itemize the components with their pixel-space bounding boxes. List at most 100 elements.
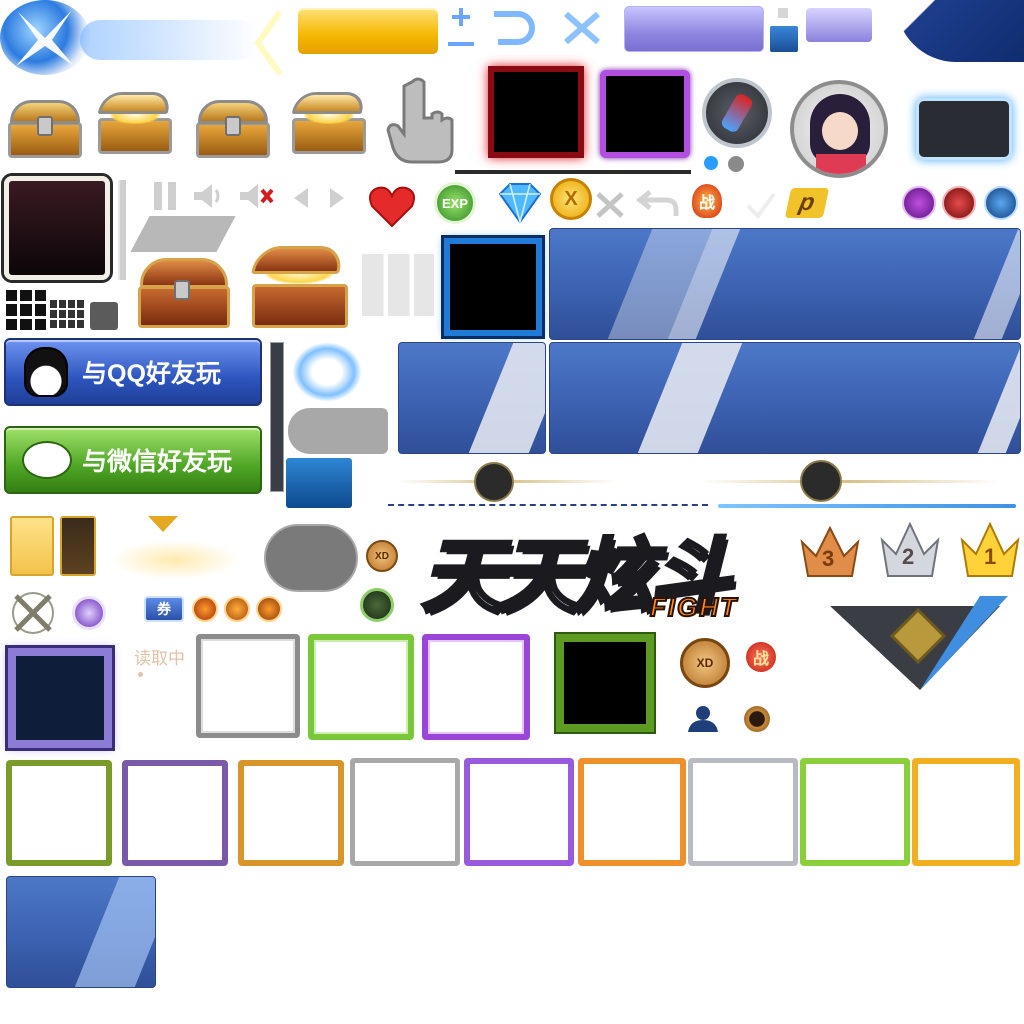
gold-coin-icon: X	[550, 178, 592, 220]
gray-x-icon[interactable]	[594, 190, 626, 220]
loading-dot	[138, 672, 143, 677]
corner-blue-decoration	[896, 0, 1024, 62]
olive-frame	[6, 760, 112, 866]
chevron-left-glow-icon	[254, 10, 283, 76]
dark-avatar-frame	[4, 176, 110, 280]
page-dot-inactive[interactable]	[728, 156, 744, 172]
wood-chest-closed	[136, 254, 232, 330]
silver-chest-open-2	[290, 92, 368, 156]
brown-ring-icon	[744, 706, 770, 732]
x-medallion-left	[474, 462, 514, 502]
green-x-emblem	[360, 588, 394, 622]
shield-skill-icon[interactable]	[984, 186, 1018, 220]
gold-chevron-down-icon	[148, 516, 178, 532]
purple-mini-bar	[806, 8, 872, 42]
gold-gem-frame	[912, 758, 1020, 866]
page-dot-active[interactable]	[704, 156, 718, 170]
swirl-skill-icon	[224, 596, 250, 622]
red-fire-frame	[488, 66, 584, 158]
character-avatar[interactable]	[790, 80, 888, 178]
divider-line	[455, 170, 691, 174]
amber-frame	[238, 760, 344, 866]
violet-frame	[122, 760, 228, 866]
silver-avatar-frame	[196, 634, 300, 738]
purple-crystal-frame	[8, 648, 112, 748]
play-with-qq-button[interactable]: 与QQ好友玩	[4, 338, 262, 406]
gold-light-beam	[110, 540, 240, 580]
teal-gem-frame	[688, 758, 798, 866]
purple-avatar-frame	[422, 634, 530, 740]
gray-pill-shape	[264, 524, 358, 592]
orange-corner-frame	[578, 758, 686, 866]
dashed-separator	[388, 504, 708, 506]
rank-number-1: 1	[984, 544, 997, 569]
xd-medal-small: XD	[366, 540, 398, 572]
plus-minus-icon[interactable]	[444, 4, 478, 52]
wechat-bubble-icon	[22, 441, 72, 479]
yellow-bar-button[interactable]	[298, 8, 438, 54]
sound-on-icon[interactable]	[190, 180, 226, 212]
sound-mute-icon[interactable]	[236, 180, 276, 212]
blue-crosshair-glow	[292, 342, 362, 402]
back-arrow-icon[interactable]	[636, 186, 680, 220]
lime-gem-frame	[800, 758, 910, 866]
green-leaf-frame	[556, 634, 654, 732]
x-medallion-right	[800, 460, 842, 502]
blue-tech-frame	[444, 238, 542, 336]
blue-panel-wide	[549, 342, 1021, 454]
gray-tab-shape[interactable]	[288, 408, 388, 454]
gold-divider-right	[700, 480, 1000, 483]
claw-skill-icon[interactable]	[942, 186, 976, 220]
battle-fire-badge: 战	[692, 184, 722, 218]
blue-small-block	[770, 8, 800, 52]
purple-cat-frame	[600, 70, 690, 158]
blue-cube-block	[286, 458, 352, 508]
green-avatar-frame	[308, 634, 414, 740]
silver-chest-open	[96, 92, 174, 156]
scrollbar-track[interactable]	[118, 180, 126, 280]
potion-button[interactable]	[702, 78, 772, 148]
dark-vertical-slider[interactable]	[270, 342, 284, 492]
hand-pointer-icon	[386, 77, 454, 164]
grid-small-icon	[50, 300, 84, 328]
silver-corner-frame	[350, 758, 460, 866]
gold-card-light	[10, 516, 54, 576]
arrow-right-icon[interactable]	[324, 186, 348, 210]
gun-skill-icon[interactable]	[902, 186, 936, 220]
play-with-wechat-button[interactable]: 与微信好友玩	[4, 426, 262, 494]
arrow-left-icon[interactable]	[290, 186, 314, 210]
blue-panel-small	[6, 876, 156, 988]
points-badge: p	[784, 188, 830, 218]
x-emblem-gray-icon	[12, 592, 54, 634]
glow-streak	[80, 20, 260, 60]
diamond-gem-icon	[498, 183, 542, 225]
light-grid-panel	[362, 254, 434, 316]
loading-text: 读取中	[134, 649, 185, 668]
grid-large-icon	[6, 290, 46, 330]
wood-chest-open	[250, 246, 354, 330]
return-arrow-icon[interactable]	[486, 6, 544, 48]
coupon-badge: 券	[144, 596, 184, 622]
blue-glow-separator	[718, 504, 1016, 508]
fire-skill-icon	[192, 596, 218, 622]
purple-card-badge	[72, 596, 106, 630]
x-emblem-glow	[0, 0, 90, 75]
qq-button-label: 与QQ好友玩	[82, 360, 221, 388]
purple-bar-button[interactable]	[624, 6, 764, 52]
wechat-button-label: 与微信好友玩	[82, 448, 233, 476]
user-profile-icon[interactable]	[686, 704, 720, 734]
rank-crown-gold: 1	[958, 518, 1022, 580]
close-x-icon[interactable]	[560, 8, 604, 48]
purple-corner-frame	[464, 758, 574, 866]
diamond-shield-decoration	[830, 596, 1008, 690]
xd-medal-large: XD	[680, 638, 730, 688]
pause-icon[interactable]	[150, 182, 180, 212]
qq-penguin-icon	[24, 347, 68, 397]
rank-crown-bronze: 3	[798, 522, 862, 580]
rank-number-2: 2	[902, 544, 915, 569]
heart-icon	[369, 186, 415, 228]
spark-skill-icon	[256, 596, 282, 622]
rank-crown-silver: 2	[878, 518, 942, 580]
gold-card-dark	[60, 516, 96, 576]
checkmark-faint-icon	[746, 192, 776, 220]
